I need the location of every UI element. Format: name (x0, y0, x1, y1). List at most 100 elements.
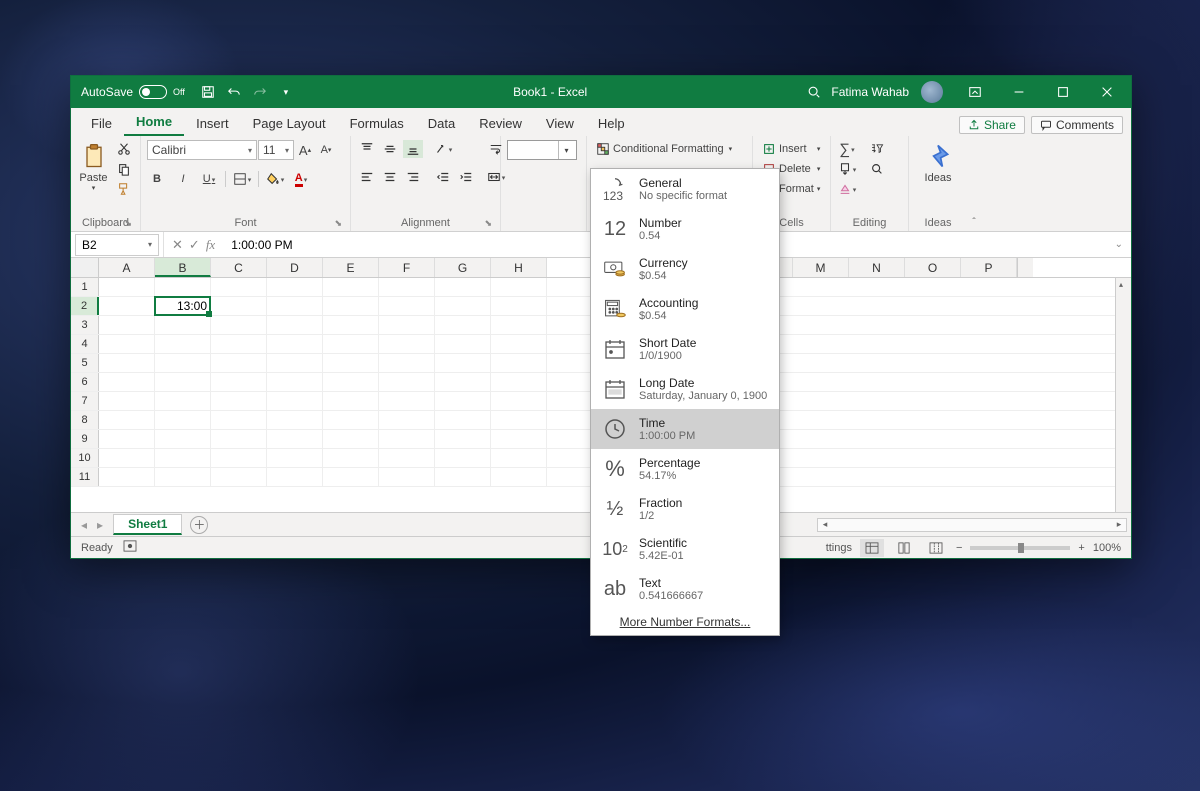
font-size-combo[interactable]: 11▾ (258, 140, 294, 160)
fill-color-icon[interactable] (265, 170, 285, 188)
select-all-triangle[interactable] (71, 258, 99, 277)
cancel-formula-icon[interactable]: ✕ (172, 237, 183, 253)
format-option-accounting[interactable]: Accounting$0.54 (591, 289, 779, 329)
increase-indent-icon[interactable] (456, 168, 476, 186)
zoom-level[interactable]: 100% (1093, 542, 1121, 554)
format-option-number[interactable]: 12 Number0.54 (591, 209, 779, 249)
col-header[interactable]: P (961, 258, 1017, 277)
format-option-long-date[interactable]: Long DateSaturday, January 0, 1900 (591, 369, 779, 409)
fill-icon[interactable] (837, 160, 857, 178)
sheet-nav-prev-icon[interactable]: ◂ (81, 518, 87, 532)
row-header[interactable]: 9 (71, 430, 99, 448)
col-header[interactable]: O (905, 258, 961, 277)
align-left-icon[interactable] (357, 168, 377, 186)
display-settings[interactable]: ttings (826, 542, 852, 554)
decrease-font-icon[interactable]: A▾ (316, 141, 336, 159)
col-header[interactable]: N (849, 258, 905, 277)
number-format-combo[interactable]: ▾ (507, 140, 577, 160)
normal-view-icon[interactable] (860, 539, 884, 557)
row-header[interactable]: 10 (71, 449, 99, 467)
comments-button[interactable]: Comments (1031, 116, 1123, 134)
decrease-indent-icon[interactable] (433, 168, 453, 186)
chevron-down-icon[interactable]: ▾ (558, 141, 574, 159)
tab-data[interactable]: Data (416, 112, 467, 136)
minimize-button[interactable] (999, 76, 1039, 108)
align-bottom-icon[interactable] (403, 140, 423, 158)
align-center-icon[interactable] (380, 168, 400, 186)
page-layout-view-icon[interactable] (892, 539, 916, 557)
font-color-icon[interactable]: A (291, 170, 311, 188)
align-top-icon[interactable] (357, 140, 377, 158)
clear-icon[interactable] (837, 180, 857, 198)
row-header[interactable]: 4 (71, 335, 99, 353)
copy-icon[interactable] (114, 160, 134, 178)
enter-formula-icon[interactable]: ✓ (189, 237, 200, 253)
avatar[interactable] (921, 81, 943, 103)
find-select-icon[interactable] (867, 160, 887, 178)
row-header[interactable]: 7 (71, 392, 99, 410)
ideas-button[interactable]: Ideas (917, 140, 959, 184)
autosave-toggle[interactable]: AutoSave Off (71, 85, 195, 99)
format-option-text[interactable]: ab Text0.541666667 (591, 569, 779, 609)
more-number-formats[interactable]: More Number Formats... (591, 609, 779, 635)
align-right-icon[interactable] (403, 168, 423, 186)
redo-icon[interactable] (247, 79, 273, 105)
format-option-fraction[interactable]: ½ Fraction 1/2 (591, 489, 779, 529)
bold-icon[interactable]: B (147, 170, 167, 188)
insert-cells-button[interactable]: Insert▾ (759, 140, 823, 158)
format-painter-icon[interactable] (114, 180, 134, 198)
align-middle-icon[interactable] (380, 140, 400, 158)
underline-icon[interactable]: U (199, 170, 219, 188)
italic-icon[interactable]: I (173, 170, 193, 188)
vertical-scrollbar[interactable]: ▴ (1115, 278, 1131, 512)
name-box[interactable]: B2▾ (75, 234, 159, 256)
save-icon[interactable] (195, 79, 221, 105)
col-header[interactable]: A (99, 258, 155, 277)
row-header[interactable]: 6 (71, 373, 99, 391)
tab-view[interactable]: View (534, 112, 586, 136)
tab-formulas[interactable]: Formulas (338, 112, 416, 136)
row-header[interactable]: 11 (71, 468, 99, 486)
page-break-view-icon[interactable] (924, 539, 948, 557)
paste-button[interactable]: Paste ▾ (77, 140, 110, 192)
search-icon[interactable] (801, 79, 827, 105)
sheet-tab[interactable]: Sheet1 (113, 514, 182, 535)
customize-qat-icon[interactable]: ▾ (273, 79, 299, 105)
format-option-scientific[interactable]: 102 Scientific5.42E-01 (591, 529, 779, 569)
ribbon-display-icon[interactable] (955, 76, 995, 108)
tab-review[interactable]: Review (467, 112, 534, 136)
row-header[interactable]: 3 (71, 316, 99, 334)
border-icon[interactable] (232, 170, 252, 188)
active-cell[interactable]: 13:00 (155, 297, 211, 315)
increase-font-icon[interactable]: A▴ (295, 141, 315, 159)
col-header[interactable]: C (211, 258, 267, 277)
row-header[interactable]: 2 (71, 297, 99, 315)
number-format-input[interactable] (510, 143, 558, 157)
conditional-formatting-button[interactable]: Conditional Formatting▾ (593, 140, 735, 158)
tab-help[interactable]: Help (586, 112, 637, 136)
col-header[interactable]: D (267, 258, 323, 277)
col-header[interactable]: G (435, 258, 491, 277)
dialog-launcher-icon[interactable]: ⬊ (484, 218, 492, 229)
font-name-combo[interactable]: Calibri▾ (147, 140, 257, 160)
col-header[interactable]: F (379, 258, 435, 277)
col-header[interactable]: M (793, 258, 849, 277)
share-button[interactable]: Share (959, 116, 1025, 134)
dialog-launcher-icon[interactable]: ⬊ (124, 218, 132, 229)
format-option-time[interactable]: Time1:00:00 PM (591, 409, 779, 449)
collapse-ribbon-icon[interactable]: ˆ (972, 217, 975, 228)
maximize-button[interactable] (1043, 76, 1083, 108)
col-header[interactable]: H (491, 258, 547, 277)
autosum-icon[interactable]: ∑ (837, 140, 857, 158)
format-option-currency[interactable]: Currency$0.54 (591, 249, 779, 289)
orientation-icon[interactable] (433, 140, 453, 158)
format-option-percentage[interactable]: % Percentage54.17% (591, 449, 779, 489)
tab-page-layout[interactable]: Page Layout (241, 112, 338, 136)
tab-file[interactable]: File (79, 112, 124, 136)
close-button[interactable] (1087, 76, 1127, 108)
sort-filter-icon[interactable] (867, 140, 887, 158)
zoom-slider[interactable] (970, 546, 1070, 550)
format-option-short-date[interactable]: Short Date1/0/1900 (591, 329, 779, 369)
row-header[interactable]: 5 (71, 354, 99, 372)
undo-icon[interactable] (221, 79, 247, 105)
